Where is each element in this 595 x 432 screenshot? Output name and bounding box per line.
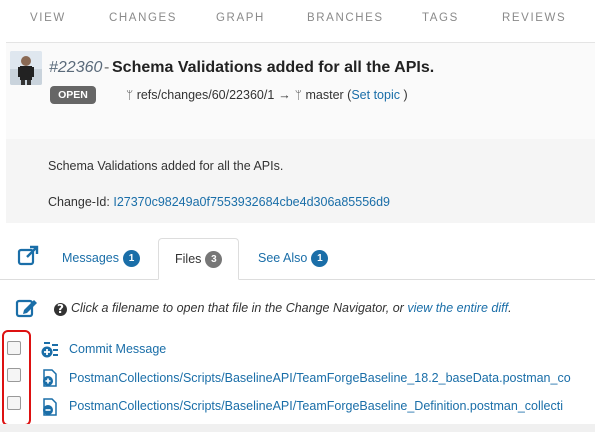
title-separator: - bbox=[104, 59, 110, 76]
help-prefix: Click a filename to open that file in th… bbox=[71, 301, 404, 315]
nav-graph[interactable]: GRAPH bbox=[216, 12, 265, 24]
tab-files[interactable]: Files 3 bbox=[158, 238, 240, 280]
tab-bar: Messages 1 Files 3 See Also 1 bbox=[0, 236, 595, 280]
change-id-row: Change-Id: I27370c98249a0f7553932684cbe4… bbox=[48, 195, 390, 209]
tab-files-count: 3 bbox=[205, 251, 223, 268]
tab-messages-count: 1 bbox=[122, 250, 140, 267]
file-checkbox[interactable] bbox=[7, 368, 21, 382]
file-removed-icon bbox=[43, 398, 57, 416]
avatar bbox=[10, 51, 42, 85]
external-link-icon[interactable] bbox=[16, 244, 40, 268]
tab-files-label: Files bbox=[175, 252, 202, 266]
file-link[interactable]: PostmanCollections/Scripts/BaselineAPI/T… bbox=[69, 371, 571, 385]
change-header: #22360 - Schema Validations added for al… bbox=[6, 43, 595, 139]
nav-reviews[interactable]: REVIEWS bbox=[502, 12, 566, 24]
help-suffix: . bbox=[508, 301, 512, 315]
set-topic-link[interactable]: Set topic bbox=[351, 88, 400, 102]
edit-icon[interactable] bbox=[15, 296, 39, 320]
file-link[interactable]: PostmanCollections/Scripts/BaselineAPI/T… bbox=[69, 399, 563, 413]
branch-icon: ᛘ bbox=[294, 88, 302, 102]
file-link[interactable]: Commit Message bbox=[69, 342, 166, 356]
nav-changes[interactable]: CHANGES bbox=[109, 12, 177, 24]
branch-icon: ᛘ bbox=[126, 88, 134, 102]
change-title: Schema Validations added for all the API… bbox=[112, 59, 435, 76]
branch-info: ᛘ refs/changes/60/22360/1 → ᛘ master (Set … bbox=[126, 88, 408, 102]
change-id-label: Change-Id: bbox=[48, 195, 110, 209]
file-added-icon bbox=[43, 369, 57, 387]
view-entire-diff-link[interactable]: view the entire diff bbox=[407, 301, 508, 315]
change-card: #22360 - Schema Validations added for al… bbox=[6, 42, 595, 223]
question-circle-icon: ? bbox=[54, 303, 67, 316]
tab-see-also-count: 1 bbox=[311, 250, 329, 267]
tab-messages[interactable]: Messages 1 bbox=[62, 238, 140, 278]
bottom-divider bbox=[0, 424, 595, 432]
top-nav: VIEW CHANGES GRAPH BRANCHES TAGS REVIEWS bbox=[0, 0, 595, 38]
change-id-link[interactable]: I27370c98249a0f7553932684cbe4d306a85556d… bbox=[113, 195, 390, 209]
tab-see-also[interactable]: See Also 1 bbox=[258, 238, 329, 278]
arrow-right-icon: → bbox=[278, 88, 291, 102]
file-checkbox[interactable] bbox=[7, 396, 21, 410]
commit-message-icon bbox=[41, 342, 58, 358]
topic-paren-close: ) bbox=[403, 88, 408, 102]
commit-message-text: Schema Validations added for all the API… bbox=[48, 159, 284, 173]
files-help-text: ? Click a filename to open that file in t… bbox=[54, 301, 512, 316]
nav-tags[interactable]: TAGS bbox=[422, 12, 459, 24]
nav-view[interactable]: VIEW bbox=[30, 12, 66, 24]
nav-branches[interactable]: BRANCHES bbox=[307, 12, 384, 24]
tab-messages-label: Messages bbox=[62, 251, 119, 265]
change-number: #22360 bbox=[49, 59, 103, 76]
status-badge: OPEN bbox=[50, 86, 96, 104]
file-checkbox[interactable] bbox=[7, 341, 21, 355]
ref-name: refs/changes/60/22360/1 bbox=[136, 88, 275, 102]
target-branch: master bbox=[305, 88, 344, 102]
tab-see-also-label: See Also bbox=[258, 251, 308, 265]
